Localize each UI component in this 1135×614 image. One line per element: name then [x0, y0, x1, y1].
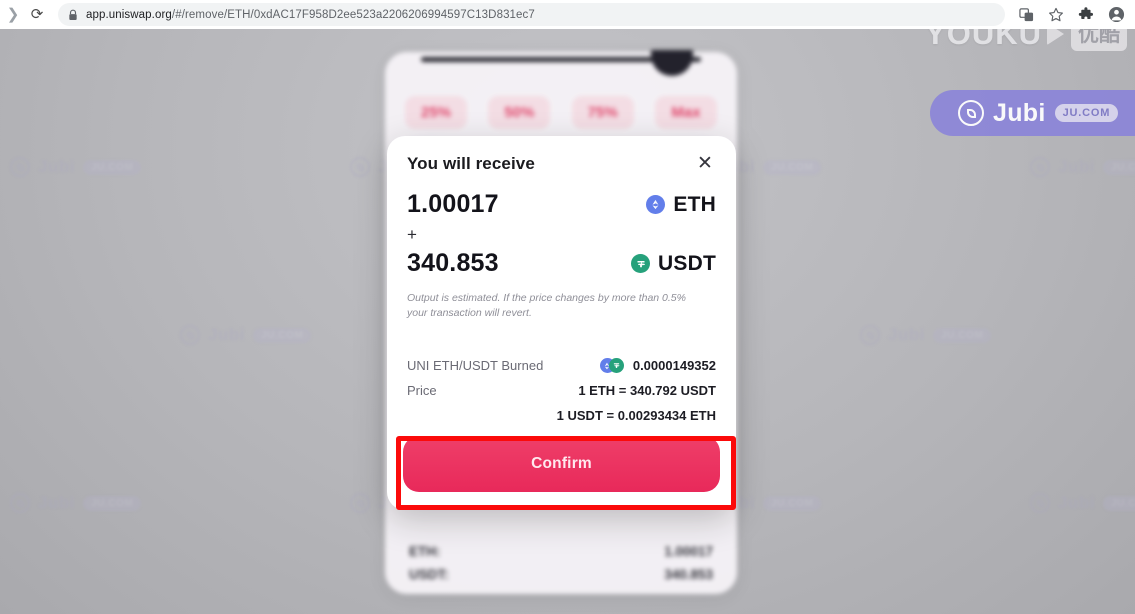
- jubi-text-tile: Jubi: [38, 493, 75, 512]
- jubi-droplet-icon: [958, 100, 984, 126]
- receive-amount-usdt: 340.853: [407, 249, 499, 277]
- confirm-button[interactable]: Confirm: [403, 436, 720, 492]
- totals-value-usdt: 340.853: [664, 567, 713, 582]
- jubi-domain-pill-tile: JU.COM: [932, 327, 992, 343]
- detail-row-price: Price 1 ETH = 340.792 USDT: [407, 383, 716, 398]
- detail-value-price-usdt: 1 USDT = 0.00293434 ETH: [556, 408, 716, 423]
- jubi-text: Jubi: [993, 98, 1046, 127]
- lock-icon: [68, 9, 78, 21]
- jubi-watermark-tile: Jubi JU.COM: [1030, 493, 1135, 513]
- toolbar-icons: [1011, 0, 1131, 29]
- jubi-domain-pill-tile: JU.COM: [762, 159, 822, 175]
- bookmark-star-icon[interactable]: [1041, 0, 1071, 29]
- jubi-droplet-icon-tile: [1030, 493, 1050, 513]
- eth-token-icon: [646, 195, 666, 214]
- percent-button-50[interactable]: 50%: [488, 96, 551, 129]
- detail-label-burned: UNI ETH/USDT Burned: [407, 358, 544, 373]
- jubi-domain-pill-tile: JU.COM: [252, 327, 312, 343]
- jubi-droplet-icon-tile: [10, 493, 30, 513]
- modal-header: You will receive ✕: [407, 154, 716, 176]
- detail-row-price-inverse: 1 USDT = 0.00293434 ETH: [407, 408, 716, 423]
- screenshot-root: Jubi JU.COM Jubi JU.COM Jubi JU.COM Jubi JU.COM…: [0, 0, 1135, 614]
- jubi-droplet-icon-tile: [350, 157, 370, 177]
- jubi-droplet-icon-tile: [180, 325, 200, 345]
- usdt-token-icon: [631, 254, 651, 273]
- forward-icon[interactable]: ❯: [2, 0, 24, 29]
- detail-label-price: Price: [407, 383, 437, 398]
- totals-label-eth: ETH:: [409, 544, 441, 559]
- card-knob: [651, 50, 693, 76]
- token-usdt: USDT: [631, 252, 716, 276]
- jubi-droplet-icon-tile: [350, 493, 370, 513]
- percent-button-25[interactable]: 25%: [405, 96, 467, 129]
- percent-button-75[interactable]: 75%: [571, 96, 634, 129]
- url-text: app.uniswap.org/#/remove/ETH/0xdAC17F958…: [86, 9, 535, 21]
- jubi-watermark-tile: Jubi JU.COM: [860, 325, 992, 345]
- jubi-watermark-badge: Jubi JU.COM: [930, 90, 1135, 136]
- translate-icon[interactable]: [1011, 0, 1041, 29]
- token-symbol-usdt: USDT: [658, 251, 716, 275]
- jubi-droplet-icon-tile: [10, 157, 30, 177]
- url-host: app.uniswap.org: [86, 8, 172, 21]
- browser-toolbar: ❯ ⟳ app.uniswap.org/#/remove/ETH/0xdAC17…: [0, 0, 1135, 29]
- jubi-domain-pill-tile: JU.COM: [82, 159, 142, 175]
- jubi-watermark-tile: Jubi JU.COM: [180, 325, 312, 345]
- jubi-domain-pill-tile: JU.COM: [762, 495, 822, 511]
- percent-shortcut-row: 25% 50% 75% Max: [405, 96, 717, 129]
- jubi-text-tile: Jubi: [38, 157, 75, 176]
- jubi-text-tile: Jubi: [1058, 493, 1095, 512]
- jubi-droplet-icon-tile: [860, 325, 880, 345]
- token-symbol-eth: ETH: [673, 192, 716, 216]
- jubi-domain-pill-tile: JU.COM: [1102, 495, 1135, 511]
- confirm-supply-modal: You will receive ✕ 1.00017 ETH + 340.853…: [387, 136, 736, 510]
- address-bar[interactable]: app.uniswap.org/#/remove/ETH/0xdAC17F958…: [58, 3, 1005, 26]
- plus-separator: +: [407, 225, 417, 244]
- jubi-text-tile: Jubi: [208, 325, 245, 344]
- detail-value-price-eth: 1 ETH = 340.792 USDT: [578, 383, 716, 398]
- receive-row-eth: 1.00017 ETH: [407, 190, 716, 219]
- detail-value-burned-wrap: 0.0000149352: [599, 358, 716, 373]
- jubi-watermark-tile: Jubi JU.COM: [1030, 157, 1135, 177]
- detail-row-burned: UNI ETH/USDT Burned 0.0000149352: [407, 358, 716, 373]
- extensions-puzzle-icon[interactable]: [1071, 0, 1101, 29]
- modal-title: You will receive: [407, 154, 535, 173]
- percent-button-max[interactable]: Max: [654, 96, 717, 129]
- receive-amount-eth: 1.00017: [407, 190, 499, 218]
- jubi-domain-pill-tile: JU.COM: [1102, 159, 1135, 175]
- totals-row-eth: ETH: 1.00017: [409, 544, 713, 559]
- jubi-domain-pill-tile: JU.COM: [82, 495, 142, 511]
- totals-row-usdt: USDT: 340.853: [409, 567, 713, 582]
- totals-summary: ETH: 1.00017 USDT: 340.853: [409, 544, 713, 590]
- jubi-text-tile: Jubi: [1058, 157, 1095, 176]
- reload-icon[interactable]: ⟳: [24, 0, 50, 29]
- usdt-token-icon-small: [608, 358, 624, 373]
- jubi-domain-pill: JU.COM: [1054, 104, 1119, 122]
- jubi-watermark-tile: Jubi JU.COM: [10, 157, 142, 177]
- jubi-text-tile: Jubi: [888, 325, 925, 344]
- token-eth: ETH: [646, 193, 716, 217]
- jubi-watermark-tile: Jubi JU.COM: [10, 493, 142, 513]
- detail-value-burned: 0.0000149352: [632, 358, 716, 373]
- url-path: /#/remove/ETH/0xdAC17F958D2ee523a2206206…: [171, 8, 535, 21]
- transaction-details: UNI ETH/USDT Burned 0.0000149352 Price 1…: [407, 358, 716, 433]
- totals-label-usdt: USDT:: [409, 567, 449, 582]
- pair-token-icons: [599, 358, 624, 373]
- jubi-droplet-icon-tile: [1030, 157, 1050, 177]
- receive-row-usdt: 340.853 USDT: [407, 249, 716, 278]
- totals-value-eth: 1.00017: [664, 544, 713, 559]
- confirm-button-wrap: Confirm: [403, 436, 720, 492]
- profile-avatar-icon[interactable]: [1101, 0, 1131, 29]
- close-icon[interactable]: ✕: [694, 154, 716, 176]
- estimate-disclaimer: Output is estimated. If the price change…: [407, 292, 686, 320]
